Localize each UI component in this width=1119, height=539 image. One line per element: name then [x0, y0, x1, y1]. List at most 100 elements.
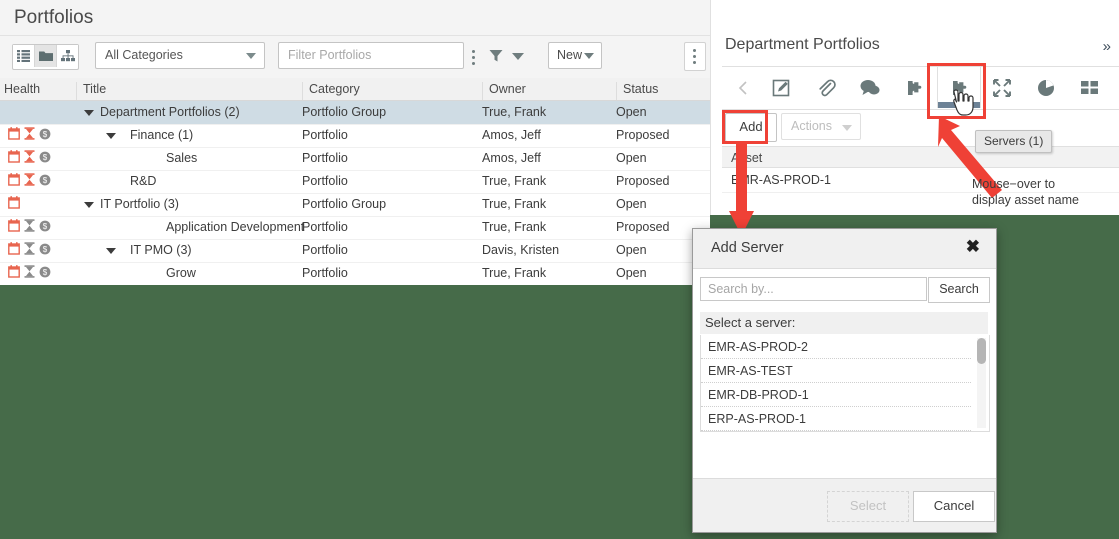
row-category: Portfolio: [302, 220, 348, 234]
list-view-button[interactable]: [13, 45, 35, 67]
col-status[interactable]: Status: [616, 82, 710, 100]
search-placeholder: Search by...: [708, 282, 774, 296]
add-server-dialog: Add Server ✖ Search by... Search Select …: [692, 228, 997, 533]
annotation-arrow-add: [729, 143, 754, 236]
comments-icon[interactable]: [849, 67, 891, 108]
col-title[interactable]: Title: [76, 82, 302, 100]
cancel-button[interactable]: Cancel: [913, 491, 995, 522]
hourglass-health-icon: [24, 150, 35, 163]
expand-twisty-icon[interactable]: [84, 110, 94, 116]
table-row[interactable]: $ R&D Portfolio True, Frank Proposed: [0, 170, 710, 194]
filter-icon[interactable]: [489, 49, 503, 63]
search-input[interactable]: Search by...: [700, 277, 927, 301]
server-list[interactable]: EMR-AS-PROD-2 EMR-AS-TEST EMR-DB-PROD-1 ERP…: [700, 335, 990, 432]
hourglass-health-icon: [24, 127, 35, 140]
svg-text:$: $: [43, 153, 48, 162]
calendar-health-icon: [8, 127, 20, 140]
more-options-button[interactable]: [684, 42, 706, 71]
calendar-health-icon: [8, 219, 20, 232]
chevron-down-icon: [842, 125, 852, 131]
dollar-health-icon: $: [39, 266, 51, 277]
row-category: Portfolio: [302, 151, 348, 165]
row-owner: Amos, Jeff: [482, 128, 541, 142]
expand-panel-icon[interactable]: »: [1103, 38, 1111, 55]
filter-placeholder: Filter Portfolios: [288, 48, 372, 62]
expand-twisty-icon[interactable]: [84, 202, 94, 208]
list-item[interactable]: EMR-AS-TEST: [701, 359, 971, 383]
dialog-title: Add Server: [711, 240, 784, 256]
list-scrollbar[interactable]: [977, 338, 986, 428]
hourglass-health-icon: [24, 242, 35, 255]
folder-view-button[interactable]: [35, 45, 57, 67]
hourglass-health-icon: [24, 265, 35, 278]
table-row[interactable]: $ Finance (1) Portfolio Amos, Jeff Proposed: [0, 124, 710, 148]
table-row[interactable]: IT Portfolio (3) Portfolio Group True, Fra…: [0, 193, 710, 217]
list-item[interactable]: EMR-AS-PROD-2: [701, 335, 971, 359]
row-owner: Amos, Jeff: [482, 151, 541, 165]
next-chevron-icon[interactable]: [1105, 67, 1119, 108]
col-owner[interactable]: Owner: [482, 82, 616, 100]
close-icon[interactable]: ✖: [966, 237, 980, 257]
asset-table-header: Asset: [722, 146, 1119, 168]
row-status: Open: [616, 197, 647, 211]
health-cell: $: [8, 219, 70, 232]
screenshot-stage: Portfolios All Categories Filter Portfol…: [0, 0, 1119, 539]
edit-icon[interactable]: [761, 67, 803, 108]
health-cell: $: [8, 173, 70, 186]
new-button[interactable]: New: [548, 42, 602, 69]
detail-icon-toolbar: [722, 66, 1119, 110]
expand-arrows-icon[interactable]: [981, 67, 1023, 108]
table-row[interactable]: $ IT PMO (3) Portfolio Davis, Kristen Open: [0, 239, 710, 263]
expand-twisty-icon[interactable]: [106, 133, 116, 139]
filter-caret-icon[interactable]: [512, 53, 524, 60]
dialog-footer: Select Cancel: [693, 478, 996, 532]
calendar-health-icon: [8, 265, 20, 278]
row-status: Proposed: [616, 128, 670, 142]
table-row[interactable]: $ Grow Portfolio True, Frank Open: [0, 262, 710, 285]
table-row[interactable]: $ Sales Portfolio Amos, Jeff Open: [0, 147, 710, 171]
attachment-icon[interactable]: [805, 67, 847, 108]
row-category: Portfolio: [302, 174, 348, 188]
select-button: Select: [827, 491, 909, 522]
scrollbar-thumb[interactable]: [977, 338, 986, 364]
row-owner: True, Frank: [482, 197, 547, 211]
table-row[interactable]: Department Portfolios (2) Portfolio Group…: [0, 101, 710, 125]
row-owner: True, Frank: [482, 174, 547, 188]
new-button-label: New: [557, 48, 583, 62]
hourglass-health-icon: [24, 219, 35, 232]
more-kebab-icon: [693, 49, 697, 65]
actions-dropdown: Actions: [781, 113, 861, 140]
row-owner: True, Frank: [482, 266, 547, 280]
col-category[interactable]: Category: [302, 82, 482, 100]
category-select[interactable]: All Categories: [95, 42, 265, 69]
list-item[interactable]: ERP-AS-PROD-1: [701, 407, 971, 431]
column-options-kebab[interactable]: [472, 50, 476, 66]
row-title: Department Portfolios (2): [100, 105, 240, 119]
row-category: Portfolio: [302, 128, 348, 142]
page-title: Portfolios: [0, 0, 710, 36]
list-icon: [17, 50, 30, 62]
hierarchy-view-button[interactable]: [57, 45, 78, 67]
svg-text:$: $: [43, 130, 48, 139]
row-category: Portfolio: [302, 266, 348, 280]
health-cell: $: [8, 150, 70, 163]
prev-chevron-icon[interactable]: [722, 67, 764, 108]
row-category: Portfolio Group: [302, 105, 387, 119]
list-item[interactable]: EMR-DB-PROD-1: [701, 383, 971, 407]
actions-label: Actions: [791, 119, 832, 133]
search-button[interactable]: Search: [928, 277, 990, 303]
col-health[interactable]: Health: [0, 82, 76, 100]
row-status: Open: [616, 151, 647, 165]
calendar-health-icon: [8, 242, 20, 255]
svg-text:$: $: [43, 245, 48, 254]
expand-twisty-icon[interactable]: [106, 248, 116, 254]
svg-text:$: $: [43, 268, 48, 277]
table-row[interactable]: $ Application Development Portfolio True, F…: [0, 216, 710, 240]
row-category: Portfolio Group: [302, 197, 387, 211]
filter-input[interactable]: Filter Portfolios: [278, 42, 464, 69]
pie-chart-icon[interactable]: [1025, 67, 1067, 108]
svg-text:$: $: [43, 176, 48, 185]
hourglass-health-icon: [24, 173, 35, 186]
health-cell: $: [8, 127, 70, 140]
row-owner: True, Frank: [482, 220, 547, 234]
